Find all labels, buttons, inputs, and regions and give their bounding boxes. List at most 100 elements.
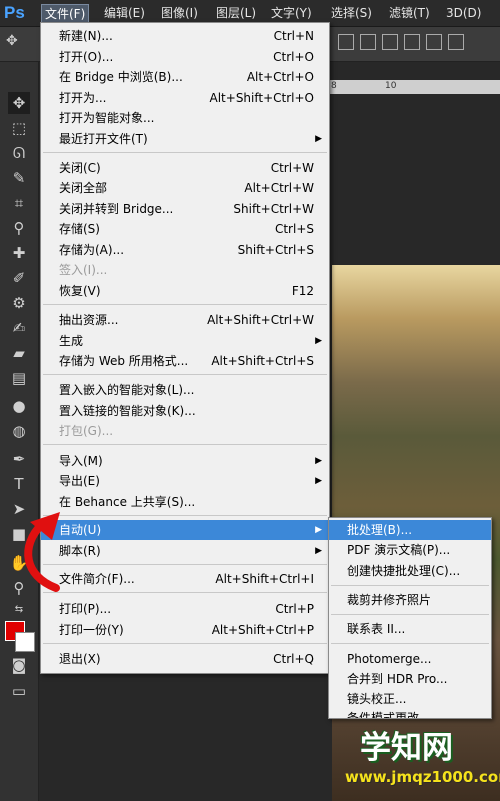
menu-item-open[interactable]: 打开(O)... Ctrl+O: [41, 47, 329, 67]
menu-separator: [43, 304, 327, 305]
menu-separator: [331, 585, 489, 586]
tools-panel: ✥ ⬚ ᘏ ✎ ⌗ ⚲ ✚ ✐ ⚙ ✍ ▰ ▤ ● ◍ ✒ T ➤ ■ ✋ ⚲ …: [0, 62, 39, 801]
history-brush-tool-icon[interactable]: ✍: [8, 317, 30, 339]
blur-tool-icon[interactable]: ●: [8, 395, 30, 417]
watermark-title: 学知网: [360, 730, 453, 766]
menu-select[interactable]: 选择(S): [329, 4, 374, 22]
menu-item-print[interactable]: 打印(P)... Ctrl+P: [41, 599, 329, 619]
menu-separator: [331, 643, 489, 644]
menu-layer[interactable]: 图层(L): [214, 4, 258, 22]
submenu-arrow-icon: ▶: [315, 134, 322, 144]
align-left-icon[interactable]: [404, 34, 420, 50]
menu-separator: [43, 643, 327, 644]
submenu-arrow-icon: ▶: [315, 476, 322, 486]
menu-item-browse-bridge[interactable]: 在 Bridge 中浏览(B)... Alt+Ctrl+O: [41, 67, 329, 87]
pen-tool-icon[interactable]: ✒: [8, 448, 30, 470]
dodge-tool-icon[interactable]: ◍: [8, 420, 30, 442]
align-middle-icon[interactable]: [360, 34, 376, 50]
menu-separator: [43, 374, 327, 375]
menu-separator: [331, 614, 489, 615]
menu-separator: [43, 152, 327, 153]
ruler-number: 8: [331, 81, 337, 91]
menu-item-extract-assets[interactable]: 抽出资源... Alt+Shift+Ctrl+W: [41, 310, 329, 330]
menu-item-check-in: 签入(I)...: [59, 263, 108, 277]
photoshop-logo: Ps: [4, 3, 25, 22]
move-tool-icon[interactable]: ✥: [6, 33, 26, 53]
menu-filter[interactable]: 滤镜(T): [387, 4, 432, 22]
swap-colors-icon[interactable]: ⇆: [8, 599, 30, 621]
menu-item-open-as[interactable]: 打开为... Alt+Shift+Ctrl+O: [41, 88, 329, 108]
menu-item-print-one-copy[interactable]: 打印一份(Y) Alt+Shift+Ctrl+P: [41, 620, 329, 640]
background-color-swatch[interactable]: [15, 632, 35, 652]
menu-file[interactable]: 文件(F): [41, 4, 90, 24]
menu-type[interactable]: 文字(Y): [269, 4, 314, 22]
horizontal-ruler: 8 10: [325, 80, 500, 94]
submenu-item-merge-hdr[interactable]: 合并到 HDR Pro...: [329, 669, 491, 689]
menu-item-automate[interactable]: 自动(U) ▶: [41, 520, 329, 540]
menu-item-close-all[interactable]: 关闭全部 Alt+Ctrl+W: [41, 178, 329, 198]
align-buttons: [338, 34, 470, 53]
healing-brush-tool-icon[interactable]: ✚: [8, 242, 30, 264]
eraser-tool-icon[interactable]: ▰: [8, 342, 30, 364]
submenu-item-photomerge[interactable]: Photomerge...: [329, 649, 491, 669]
quick-mask-icon[interactable]: ◙: [8, 654, 30, 676]
menu-item-place-embedded[interactable]: 置入嵌入的智能对象(L)...: [41, 380, 329, 400]
menu-image[interactable]: 图像(I): [159, 4, 200, 22]
menu-edit[interactable]: 编辑(E): [102, 4, 147, 22]
quick-select-tool-icon[interactable]: ✎: [8, 167, 30, 189]
align-top-icon[interactable]: [338, 34, 354, 50]
automate-submenu: 批处理(B)... PDF 演示文稿(P)... 创建快捷批处理(C)... 裁…: [328, 517, 492, 719]
menu-separator: [43, 564, 327, 565]
menu-item-scripts[interactable]: 脚本(R) ▶: [41, 541, 329, 561]
menu-item-exit[interactable]: 退出(X) Ctrl+Q: [41, 649, 329, 669]
submenu-item-contact-sheet[interactable]: 联系表 II...: [329, 619, 491, 639]
marquee-tool-icon[interactable]: ⬚: [8, 117, 30, 139]
menu-item-file-info[interactable]: 文件简介(F)... Alt+Shift+Ctrl+I: [41, 569, 329, 589]
file-menu-dropdown: 新建(N)... Ctrl+N 打开(O)... Ctrl+O 在 Bridge 中…: [40, 22, 330, 674]
menu-item-export[interactable]: 导出(E) ▶: [41, 471, 329, 491]
menu-item-save[interactable]: 存储(S) Ctrl+S: [41, 219, 329, 239]
menu-item-import[interactable]: 导入(M) ▶: [41, 451, 329, 471]
type-tool-icon[interactable]: T: [8, 473, 30, 495]
gradient-tool-icon[interactable]: ▤: [8, 367, 30, 389]
submenu-arrow-icon: ▶: [315, 456, 322, 466]
submenu-item-create-droplet[interactable]: 创建快捷批处理(C)...: [329, 561, 491, 581]
submenu-item-conditional-mode[interactable]: 条件模式更改...: [329, 708, 491, 718]
align-right-icon[interactable]: [448, 34, 464, 50]
menu-item-new[interactable]: 新建(N)... Ctrl+N: [41, 26, 329, 46]
align-bottom-icon[interactable]: [382, 34, 398, 50]
menu-3d[interactable]: 3D(D): [444, 4, 483, 22]
menu-item-package: 打包(G)...: [59, 424, 114, 438]
menu-separator: [43, 592, 327, 593]
submenu-item-crop-straighten[interactable]: 裁剪并修齐照片: [329, 590, 491, 610]
brush-tool-icon[interactable]: ✐: [8, 267, 30, 289]
menu-item-save-as[interactable]: 存储为(A)... Shift+Ctrl+S: [41, 240, 329, 260]
ruler-number: 10: [385, 81, 397, 91]
submenu-item-lens-correction[interactable]: 镜头校正...: [329, 689, 491, 709]
menu-item-generate[interactable]: 生成 ▶: [41, 331, 329, 351]
menu-item-recent-files[interactable]: 最近打开文件(T) ▶: [41, 129, 329, 149]
submenu-arrow-icon: ▶: [315, 525, 322, 535]
red-arrow-annotation: [24, 512, 60, 592]
screen-mode-icon[interactable]: ▭: [8, 680, 30, 702]
submenu-arrow-icon: ▶: [315, 546, 322, 556]
submenu-arrow-icon: ▶: [315, 336, 322, 346]
clone-stamp-tool-icon[interactable]: ⚙: [8, 292, 30, 314]
menu-item-place-linked[interactable]: 置入链接的智能对象(K)...: [41, 401, 329, 421]
move-tool-icon[interactable]: ✥: [8, 92, 30, 114]
menu-item-save-for-web[interactable]: 存储为 Web 所用格式... Alt+Shift+Ctrl+S: [41, 351, 329, 371]
submenu-item-batch[interactable]: 批处理(B)...: [329, 520, 491, 540]
menu-separator: [43, 444, 327, 445]
menu-item-open-smart-object[interactable]: 打开为智能对象...: [41, 108, 329, 128]
menu-separator: [43, 515, 327, 516]
align-center-icon[interactable]: [426, 34, 442, 50]
crop-tool-icon[interactable]: ⌗: [8, 192, 30, 214]
lasso-tool-icon[interactable]: ᘏ: [8, 142, 30, 164]
menu-item-share-behance[interactable]: 在 Behance 上共享(S)...: [41, 492, 329, 512]
menu-item-close-go-bridge[interactable]: 关闭并转到 Bridge... Shift+Ctrl+W: [41, 199, 329, 219]
watermark-url: www.jmqz1000.com: [345, 768, 500, 786]
eyedropper-tool-icon[interactable]: ⚲: [8, 217, 30, 239]
menu-item-revert[interactable]: 恢复(V) F12: [41, 281, 329, 301]
submenu-item-pdf-presentation[interactable]: PDF 演示文稿(P)...: [329, 540, 491, 560]
menu-item-close[interactable]: 关闭(C) Ctrl+W: [41, 158, 329, 178]
